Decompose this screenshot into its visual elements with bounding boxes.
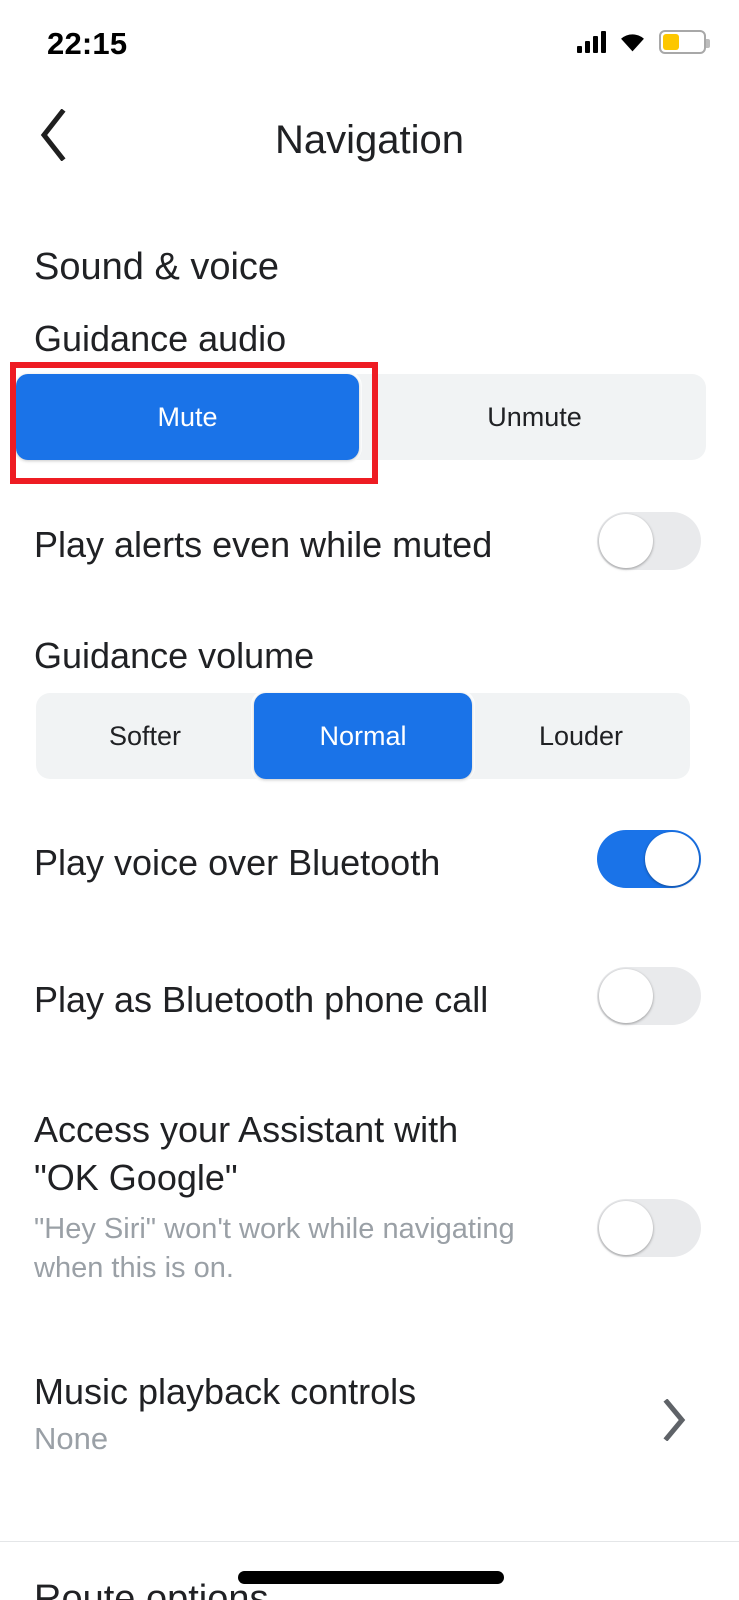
chevron-right-icon: [663, 1399, 686, 1441]
cellular-signal-icon: [577, 31, 606, 53]
play-as-bluetooth-phone-call-row[interactable]: Play as Bluetooth phone call: [34, 976, 488, 1024]
section-heading-route-options: Route options: [34, 1578, 269, 1600]
status-bar-clock: 22:15: [47, 26, 128, 61]
wifi-icon: [621, 33, 644, 51]
guidance-audio-segmented-control[interactable]: Mute Unmute: [12, 374, 706, 460]
guidance-volume-option-softer[interactable]: Softer: [36, 693, 254, 779]
status-bar-indicators: [577, 30, 710, 54]
guidance-audio-option-unmute-label: Unmute: [487, 401, 582, 432]
battery-icon: [659, 30, 710, 54]
guidance-volume-option-softer-label: Softer: [108, 720, 182, 751]
guidance-volume-option-louder-label: Louder: [538, 720, 624, 751]
guidance-volume-option-louder[interactable]: Louder: [472, 693, 690, 779]
toggle-knob: [599, 1201, 653, 1255]
guidance-volume-option-normal-label: Normal: [319, 720, 407, 751]
toggle-knob: [599, 514, 653, 568]
guidance-audio-option-mute-label: Mute: [157, 401, 218, 432]
play-voice-over-bluetooth-toggle[interactable]: [597, 830, 701, 888]
app-bar: Navigation: [0, 92, 739, 188]
music-playback-controls-value: None: [34, 1421, 109, 1456]
guidance-audio-option-mute[interactable]: Mute: [16, 374, 359, 460]
home-indicator: [238, 1571, 504, 1584]
assistant-ok-google-toggle[interactable]: [597, 1199, 701, 1257]
play-voice-over-bluetooth-row[interactable]: Play voice over Bluetooth: [34, 839, 440, 887]
assistant-ok-google-label-line2: "OK Google": [34, 1156, 238, 1198]
page-title: Navigation: [274, 117, 464, 162]
play-alerts-toggle[interactable]: [597, 512, 701, 570]
guidance-volume-label: Guidance volume: [34, 635, 315, 676]
music-playback-controls-label: Music playback controls: [34, 1371, 417, 1412]
guidance-volume-segmented-control[interactable]: Softer Normal Louder: [36, 693, 690, 779]
section-divider: [0, 1541, 739, 1542]
status-bar: 22:15: [0, 0, 739, 88]
assistant-ok-google-row[interactable]: Access your Assistant with "OK Google" "…: [34, 1106, 594, 1287]
assistant-ok-google-label-line1: Access your Assistant with: [34, 1109, 459, 1150]
music-playback-controls-row[interactable]: Music playback controls None: [0, 1371, 739, 1481]
guidance-volume-option-normal[interactable]: Normal: [254, 693, 472, 779]
phone-screen: 22:15 Navigation Sound & voice Guidance …: [0, 0, 739, 1600]
guidance-audio-option-unmute[interactable]: Unmute: [363, 374, 706, 460]
play-alerts-label: Play alerts even while muted: [34, 524, 493, 565]
guidance-audio-label: Guidance audio: [34, 318, 287, 359]
section-heading-sound-and-voice: Sound & voice: [34, 246, 280, 288]
play-alerts-row[interactable]: Play alerts even while muted: [34, 521, 492, 569]
play-as-bluetooth-phone-call-toggle[interactable]: [597, 967, 701, 1025]
play-as-bluetooth-phone-call-label: Play as Bluetooth phone call: [34, 979, 489, 1020]
toggle-knob: [645, 832, 699, 886]
assistant-ok-google-description-line2: when this is on.: [34, 1251, 234, 1284]
toggle-knob: [599, 969, 653, 1023]
assistant-ok-google-description-line1: "Hey Siri" won't work while navigating: [34, 1212, 515, 1245]
play-voice-over-bluetooth-label: Play voice over Bluetooth: [34, 842, 441, 883]
